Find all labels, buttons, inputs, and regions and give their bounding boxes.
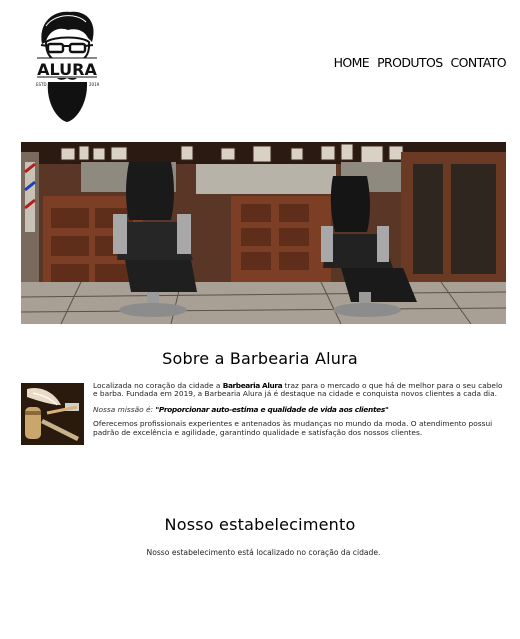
establishment-description: Nosso estabelecimento está localizado no…: [146, 548, 381, 557]
barber-face-logo-icon: ALURA ESTD 2019: [34, 11, 100, 122]
alura-logo[interactable]: ALURA ESTD 2019: [32, 8, 102, 124]
svg-text:ESTD: ESTD: [36, 82, 47, 87]
nav-home-link[interactable]: HOME: [334, 55, 370, 70]
about-section-title: Sobre a Barbearia Alura: [162, 349, 358, 368]
nav-produtos-link[interactable]: PRODUTOS: [377, 55, 443, 70]
about-paragraph-1: Localizada no coração da cidade a Barbea…: [93, 381, 503, 399]
shaving-brush-image: [21, 383, 84, 445]
svg-text:2019: 2019: [89, 82, 100, 87]
nav-contato-link[interactable]: CONTATO: [451, 55, 507, 70]
about-text-block: Localizada no coração da cidade a Barbea…: [93, 381, 505, 444]
barbershop-banner-image: [21, 142, 506, 324]
establishment-section-title: Nosso estabelecimento: [164, 515, 356, 534]
main-nav: HOME PRODUTOS CONTATO: [334, 55, 507, 70]
mission-text: "Proporcionar auto-estima e qualidade de…: [155, 404, 389, 414]
mission-statement: Nossa missão é: "Proporcionar auto-estim…: [93, 404, 389, 414]
svg-text:ALURA: ALURA: [37, 60, 97, 79]
about-paragraph-2: Oferecemos profissionais experientes e a…: [93, 419, 493, 437]
